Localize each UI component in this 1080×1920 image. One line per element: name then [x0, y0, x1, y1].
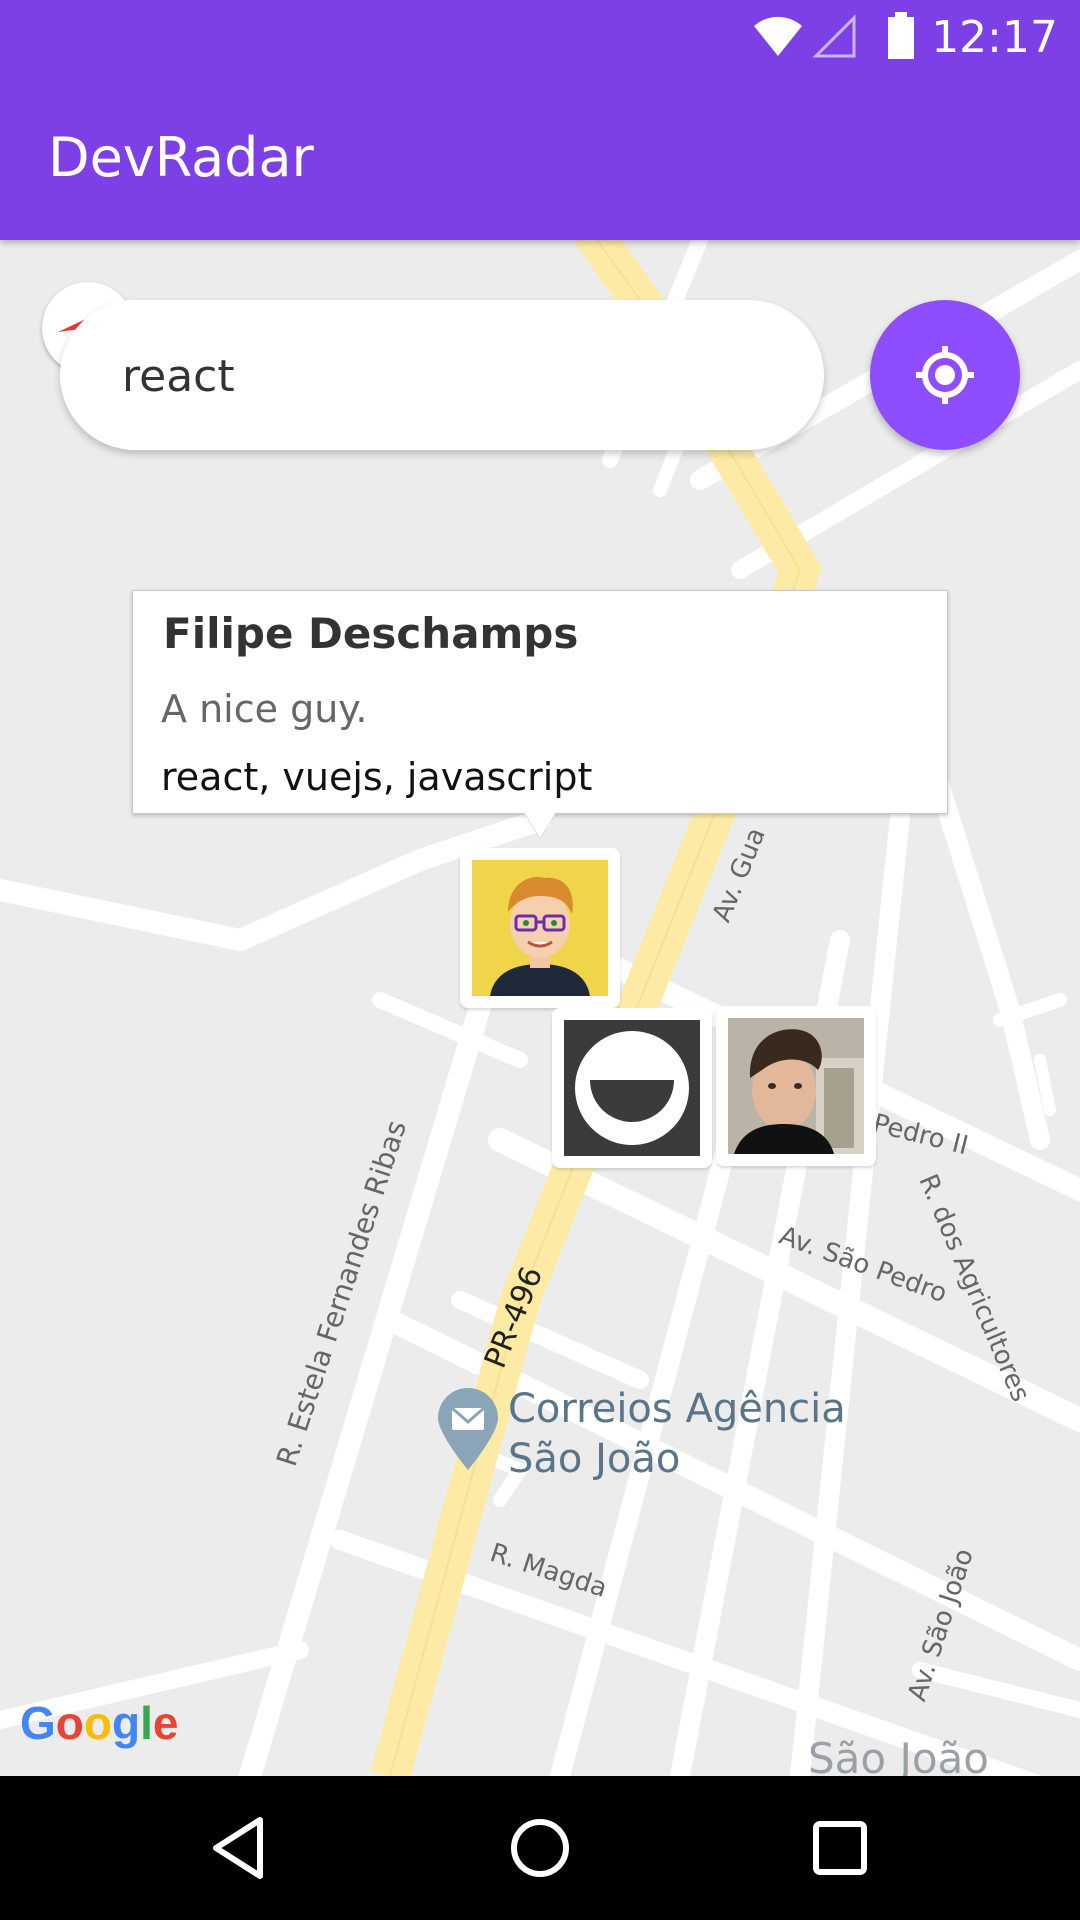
- city-label: São João: [808, 1734, 989, 1776]
- status-time: 12:17: [931, 12, 1058, 63]
- dev-name: Filipe Deschamps: [163, 609, 579, 658]
- map-view[interactable]: Av. Gua Pedro II R. dos Agricultores Av.…: [0, 240, 1080, 1776]
- my-location-icon: [916, 346, 974, 404]
- system-nav-bar: [0, 1776, 1080, 1920]
- dev-marker-2[interactable]: [552, 1008, 712, 1168]
- avatar-illustration: [472, 860, 608, 996]
- dev-marker-3[interactable]: [716, 1006, 876, 1166]
- back-icon[interactable]: [200, 1808, 280, 1888]
- dev-bio: A nice guy.: [161, 687, 368, 731]
- recents-icon[interactable]: [800, 1808, 880, 1888]
- google-logo: Google: [20, 1697, 179, 1749]
- poi-label-line-2: São João: [508, 1436, 681, 1482]
- wifi-icon: [754, 16, 802, 56]
- avatar: [472, 860, 608, 996]
- callout-tail: [524, 812, 556, 838]
- home-icon[interactable]: [500, 1808, 580, 1888]
- app-title: DevRadar: [48, 126, 314, 189]
- status-bar: 12:17: [0, 0, 1080, 78]
- avatar-illustration: [728, 1018, 864, 1154]
- dev-callout[interactable]: Filipe Deschamps A nice guy. react, vuej…: [132, 590, 948, 814]
- app-bar: DevRadar: [0, 78, 1080, 240]
- avatar: [728, 1018, 864, 1154]
- post-office-pin-icon[interactable]: [436, 1388, 500, 1472]
- poi-label-correios: Correios Agência São João: [508, 1384, 846, 1484]
- dev-techs: react, vuejs, javascript: [161, 755, 593, 799]
- my-location-button[interactable]: [870, 300, 1020, 450]
- avatar-illustration: [564, 1020, 700, 1156]
- search-input[interactable]: [120, 338, 764, 414]
- battery-icon: [888, 12, 914, 59]
- map-roads: [0, 240, 1080, 1776]
- cell-signal-icon: [812, 14, 856, 58]
- dev-marker-filipe[interactable]: [460, 848, 620, 1008]
- avatar: [564, 1020, 700, 1156]
- search-box: [60, 300, 824, 450]
- poi-label-line-1: Correios Agência: [508, 1386, 846, 1432]
